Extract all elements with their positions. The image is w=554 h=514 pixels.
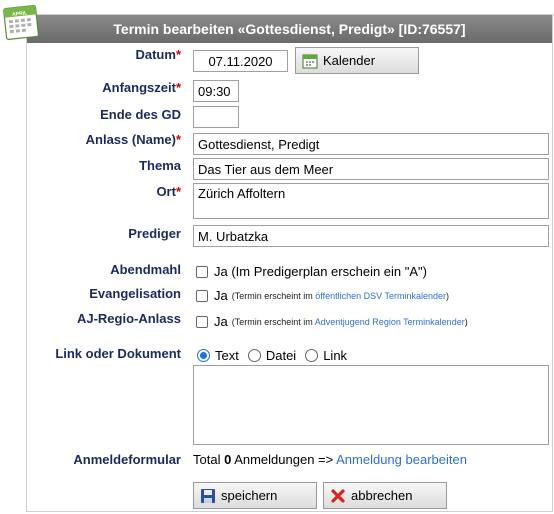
ort-textarea[interactable]: Zürich Affoltern [193, 183, 549, 219]
anmeldeformular-label: Anmeldeformular [73, 452, 181, 467]
aj-regio-checkbox[interactable] [196, 315, 208, 328]
evangelisation-checkbox[interactable] [196, 289, 208, 302]
ort-label: Ort* [156, 184, 181, 199]
form-title: Termin bearbeiten «Gottesdienst, Predigt… [113, 21, 466, 37]
anfangszeit-label: Anfangszeit* [102, 80, 181, 95]
prediger-input[interactable] [193, 225, 549, 247]
calendar-icon [302, 54, 318, 68]
ende-label: Ende des GD [100, 107, 181, 122]
form-title-bar: Termin bearbeiten «Gottesdienst, Predigt… [27, 15, 552, 43]
abendmahl-label: Abendmahl [110, 262, 181, 277]
evangelisation-note: (Termin erscheint im öffentlichen DSV Te… [231, 290, 450, 301]
anlass-input[interactable] [193, 133, 549, 155]
cancel-x-icon [331, 488, 345, 503]
kalender-button[interactable]: Kalender [295, 47, 419, 74]
anmeldeformular-summary: Total 0 Anmeldungen => Anmeldung bearbei… [193, 452, 467, 467]
radio-datei[interactable] [247, 349, 261, 362]
dsv-terminkalender-link[interactable]: öffentlichen DSV Terminkalender [315, 291, 446, 301]
save-button[interactable]: speichern [193, 482, 317, 509]
link-dokument-radio-group: Text Datei Link [197, 348, 356, 363]
link-dokument-textarea[interactable] [193, 365, 549, 445]
radio-text[interactable] [197, 349, 210, 362]
link-dokument-label: Link oder Dokument [55, 346, 181, 361]
evangelisation-label: Evangelisation [89, 286, 181, 301]
anmeldung-bearbeiten-link[interactable]: Anmeldung bearbeiten [336, 452, 467, 467]
radio-link[interactable] [305, 349, 319, 362]
prediger-label: Prediger [128, 226, 181, 241]
ende-input[interactable] [193, 106, 239, 128]
datum-label: Datum* [135, 47, 181, 62]
aj-regio-label: AJ-Regio-Anlass [76, 311, 181, 326]
aj-regio-note: (Termin erscheint im Adventjugend Region… [231, 316, 468, 327]
anfangszeit-input[interactable] [193, 80, 239, 102]
aj-regio-checkbox-row[interactable]: Ja (Termin erscheint im Adventjugend Reg… [196, 314, 468, 329]
floppy-disk-icon [201, 488, 215, 503]
evangelisation-checkbox-row[interactable]: Ja (Termin erscheint im öffentlichen DSV… [196, 288, 449, 303]
abendmahl-checkbox-row[interactable]: Ja (Im Predigerplan erschein ein "A") [196, 264, 427, 279]
calendar-app-icon: APRIL [3, 5, 39, 40]
thema-label: Thema [139, 158, 181, 173]
cancel-button[interactable]: abbrechen [323, 482, 447, 509]
anlass-label: Anlass (Name)* [85, 132, 181, 147]
adventjugend-terminkalender-link[interactable]: Adventjugend Region Terminkalender [315, 317, 465, 327]
datum-input[interactable] [193, 50, 288, 72]
abendmahl-checkbox[interactable] [196, 265, 208, 278]
thema-input[interactable] [193, 158, 549, 180]
